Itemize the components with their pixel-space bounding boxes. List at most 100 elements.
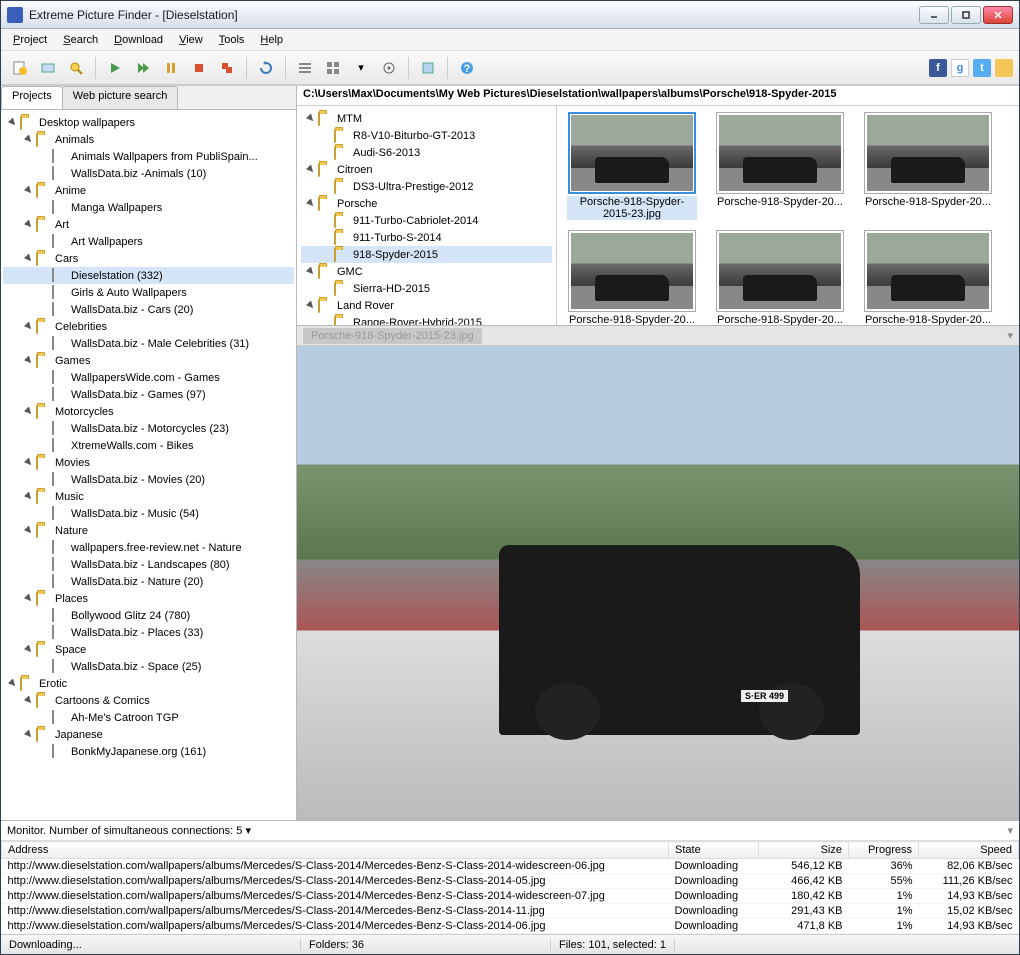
expander-icon[interactable] (39, 372, 50, 383)
tree-item[interactable]: Games (3, 352, 294, 369)
view-dropdown-button[interactable]: ▾ (348, 55, 374, 81)
download-row[interactable]: http://www.dieselstation.com/wallpapers/… (2, 919, 1019, 934)
expander-icon[interactable] (23, 644, 34, 655)
tree-item[interactable]: 911-Turbo-Cabriolet-2014 (301, 212, 552, 229)
tree-item[interactable]: WallsData.biz - Nature (20) (3, 573, 294, 590)
expander-icon[interactable] (39, 202, 50, 213)
stop-all-button[interactable] (214, 55, 240, 81)
thumbnail[interactable]: Porsche-918-Spyder-20... (563, 230, 701, 325)
folder-tree[interactable]: MTMR8-V10-Biturbo-GT-2013Audi-S6-2013Cit… (297, 106, 557, 325)
expander-icon[interactable] (39, 270, 50, 281)
tree-item[interactable]: 918-Spyder-2015 (301, 246, 552, 263)
tree-item[interactable]: WallsData.biz - Motorcycles (23) (3, 420, 294, 437)
tree-item[interactable]: R8-V10-Biturbo-GT-2013 (301, 127, 552, 144)
download-row[interactable]: http://www.dieselstation.com/wallpapers/… (2, 874, 1019, 889)
col-address[interactable]: Address (2, 842, 669, 859)
tree-item[interactable]: DS3-Ultra-Prestige-2012 (301, 178, 552, 195)
thumbnail[interactable]: Porsche-918-Spyder-20... (711, 230, 849, 325)
tree-item[interactable]: Desktop wallpapers (3, 114, 294, 131)
menu-search[interactable]: Search (55, 32, 106, 48)
expander-icon[interactable] (39, 746, 50, 757)
preview-pane[interactable]: S·ER 499 (297, 346, 1019, 820)
view-thumbs-button[interactable] (320, 55, 346, 81)
expander-icon[interactable] (39, 338, 50, 349)
expander-icon[interactable] (321, 283, 332, 294)
expander-icon[interactable] (321, 249, 332, 260)
expander-icon[interactable] (23, 355, 34, 366)
menu-help[interactable]: Help (252, 32, 291, 48)
monitor-bar[interactable]: Monitor. Number of simultaneous connecti… (1, 821, 1019, 841)
tree-item[interactable]: WallpapersWide.com - Games (3, 369, 294, 386)
tree-item[interactable]: Art (3, 216, 294, 233)
download-row[interactable]: http://www.dieselstation.com/wallpapers/… (2, 889, 1019, 904)
tree-item[interactable]: Manga Wallpapers (3, 199, 294, 216)
tree-item[interactable]: Porsche (301, 195, 552, 212)
expander-icon[interactable] (305, 266, 316, 277)
tree-item[interactable]: WallsData.biz - Male Celebrities (31) (3, 335, 294, 352)
expander-icon[interactable] (23, 491, 34, 502)
tab-web-search[interactable]: Web picture search (62, 86, 179, 109)
tree-item[interactable]: WallsData.biz - Space (25) (3, 658, 294, 675)
preview-tab[interactable]: Porsche-918-Spyder-2015-23.jpg (303, 328, 482, 344)
tree-item[interactable]: Sierra-HD-2015 (301, 280, 552, 297)
expander-icon[interactable] (23, 406, 34, 417)
expander-icon[interactable] (39, 440, 50, 451)
tree-item[interactable]: Music (3, 488, 294, 505)
stop-button[interactable] (186, 55, 212, 81)
expander-icon[interactable] (39, 661, 50, 672)
menu-project[interactable]: Project (5, 32, 55, 48)
expander-icon[interactable] (39, 389, 50, 400)
play-button[interactable] (102, 55, 128, 81)
tree-item[interactable]: Audi-S6-2013 (301, 144, 552, 161)
tree-item[interactable]: Cars (3, 250, 294, 267)
expander-icon[interactable] (23, 525, 34, 536)
tree-item[interactable]: XtremeWalls.com - Bikes (3, 437, 294, 454)
expander-icon[interactable] (305, 164, 316, 175)
col-speed[interactable]: Speed (919, 842, 1019, 859)
tree-item[interactable]: Animals (3, 131, 294, 148)
thumbnail[interactable]: Porsche-918-Spyder-2015-23.jpg (563, 112, 701, 220)
expander-icon[interactable] (23, 219, 34, 230)
expander-icon[interactable] (23, 695, 34, 706)
col-size[interactable]: Size (759, 842, 849, 859)
help-button[interactable]: ? (454, 55, 480, 81)
expander-icon[interactable] (23, 185, 34, 196)
tree-item[interactable]: Japanese (3, 726, 294, 743)
expander-icon[interactable] (39, 474, 50, 485)
tree-item[interactable]: GMC (301, 263, 552, 280)
twitter-icon[interactable]: t (973, 59, 991, 77)
tree-item[interactable]: Dieselstation (332) (3, 267, 294, 284)
expander-icon[interactable] (39, 287, 50, 298)
tree-item[interactable]: 911-Turbo-S-2014 (301, 229, 552, 246)
facebook-icon[interactable]: f (929, 59, 947, 77)
download-row[interactable]: http://www.dieselstation.com/wallpapers/… (2, 859, 1019, 874)
new-project-button[interactable] (7, 55, 33, 81)
share-icon[interactable] (995, 59, 1013, 77)
tree-item[interactable]: Movies (3, 454, 294, 471)
expander-icon[interactable] (7, 678, 18, 689)
expander-icon[interactable] (321, 215, 332, 226)
expander-icon[interactable] (321, 147, 332, 158)
tree-item[interactable]: WallsData.biz - Places (33) (3, 624, 294, 641)
menu-view[interactable]: View (171, 32, 211, 48)
expander-icon[interactable] (39, 168, 50, 179)
tree-item[interactable]: Citroen (301, 161, 552, 178)
tree-item[interactable]: Range-Rover-Hybrid-2015 (301, 314, 552, 325)
close-button[interactable] (983, 6, 1013, 24)
expander-icon[interactable] (39, 712, 50, 723)
expander-icon[interactable] (23, 134, 34, 145)
search-button[interactable] (63, 55, 89, 81)
col-progress[interactable]: Progress (849, 842, 919, 859)
tree-item[interactable]: Celebrities (3, 318, 294, 335)
expander-icon[interactable] (23, 321, 34, 332)
expander-icon[interactable] (321, 317, 332, 325)
tree-item[interactable]: WallsData.biz - Landscapes (80) (3, 556, 294, 573)
expander-icon[interactable] (39, 610, 50, 621)
expander-icon[interactable] (39, 627, 50, 638)
tree-item[interactable]: Art Wallpapers (3, 233, 294, 250)
thumbnail[interactable]: Porsche-918-Spyder-20... (859, 112, 997, 220)
tree-item[interactable]: Ah-Me's Catroon TGP (3, 709, 294, 726)
tab-projects[interactable]: Projects (1, 86, 63, 109)
tree-item[interactable]: wallpapers.free-review.net - Nature (3, 539, 294, 556)
chevron-down-icon[interactable]: ▾ (1007, 329, 1013, 342)
